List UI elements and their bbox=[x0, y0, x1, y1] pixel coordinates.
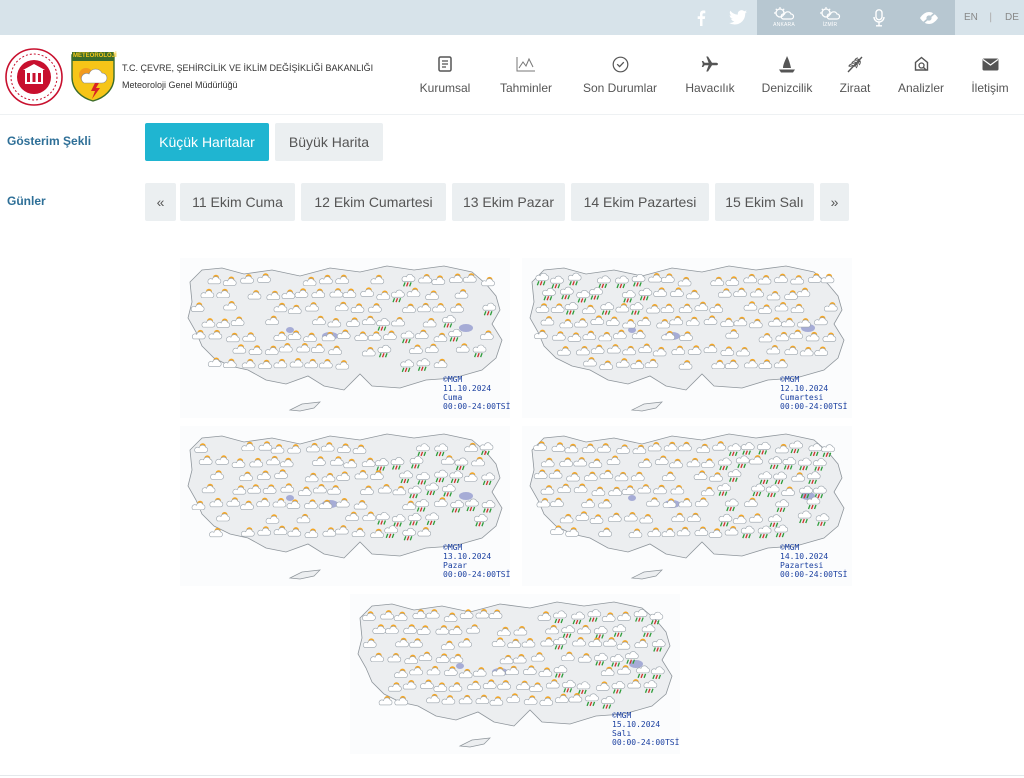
map-day: Cumartesi bbox=[780, 393, 824, 402]
lang-de-link[interactable]: DE bbox=[1005, 0, 1019, 35]
nav-label: Son Durumlar bbox=[582, 81, 658, 95]
lang-en-link[interactable]: EN bbox=[964, 0, 978, 35]
nav-iletisim[interactable]: İletişim bbox=[964, 51, 1016, 101]
map-date: 12.10.2024 bbox=[780, 384, 829, 393]
day-tab-4[interactable]: 14 Ekim Pazartesi bbox=[571, 183, 709, 221]
nav-analizler[interactable]: Analizler bbox=[890, 51, 952, 101]
boat-icon bbox=[778, 51, 796, 77]
partly-cloudy-icon bbox=[774, 7, 795, 20]
nav-label: Havacılık bbox=[685, 81, 735, 95]
city-izmir-button[interactable]: İZMİR bbox=[803, 0, 857, 35]
envelope-icon bbox=[982, 51, 999, 77]
map-date: 13.10.2024 bbox=[443, 552, 492, 561]
map-date: 15.10.2024 bbox=[612, 720, 661, 729]
city-label: İZMİR bbox=[822, 22, 838, 28]
nav-label: Analizler bbox=[897, 81, 945, 95]
day-tab-5[interactable]: 15 Ekim Salı bbox=[715, 183, 814, 221]
nav-tahminler[interactable]: Tahminler bbox=[494, 51, 558, 101]
forecast-map-day-1[interactable]: ©MGM 11.10.2024 Cuma 00:00-24:00TSİ bbox=[180, 258, 510, 418]
map-day: Cuma bbox=[443, 393, 463, 402]
nav-label: Tahminler bbox=[499, 81, 553, 95]
nav-son-durumlar[interactable]: Son Durumlar bbox=[576, 51, 664, 101]
nav-label: Kurumsal bbox=[419, 81, 471, 95]
clock-check-icon bbox=[612, 51, 629, 77]
map-hours: 00:00-24:00TSİ bbox=[443, 570, 511, 579]
meteorology-logo-text: METEOROLOJİ bbox=[73, 53, 117, 59]
nav-label: Ziraat bbox=[839, 81, 871, 95]
display-mode-label: Gösterim Şekli bbox=[7, 134, 92, 148]
analysis-icon bbox=[913, 51, 930, 77]
forecast-chart-icon bbox=[516, 51, 536, 77]
day-tab-2[interactable]: 12 Ekim Cumartesi bbox=[301, 183, 446, 221]
map-hours: 00:00-24:00TSİ bbox=[780, 570, 848, 579]
partly-cloudy-icon bbox=[820, 7, 841, 20]
map-day: Pazar bbox=[443, 561, 468, 570]
map-caption: ©MGM 15.10.2024 Salı 00:00-24:00TSİ bbox=[612, 711, 679, 747]
map-credit: ©MGM bbox=[780, 543, 800, 552]
nav-kurumsal[interactable]: Kurumsal bbox=[414, 51, 476, 101]
ministry-logo[interactable] bbox=[5, 48, 63, 106]
eye-hidden-icon[interactable] bbox=[914, 0, 944, 35]
nav-ziraat[interactable]: Ziraat bbox=[832, 51, 878, 101]
directorate-name: Meteoroloji Genel Müdürlüğü bbox=[122, 80, 238, 90]
days-label: Günler bbox=[7, 194, 46, 208]
small-maps-button[interactable]: Küçük Haritalar bbox=[145, 123, 269, 161]
nav-label: İletişim bbox=[971, 81, 1009, 95]
ministry-name: T.C. ÇEVRE, ŞEHİRCİLİK VE İKLİM DEĞİŞİKL… bbox=[122, 63, 374, 73]
wheat-icon bbox=[846, 51, 864, 77]
microphone-icon[interactable] bbox=[866, 0, 892, 35]
site-header: METEOROLOJİ T.C. ÇEVRE, ŞEHİRCİLİK VE İK… bbox=[0, 35, 1024, 115]
map-hours: 00:00-24:00TSİ bbox=[780, 402, 848, 411]
map-day: Pazartesi bbox=[780, 561, 824, 570]
footer-divider bbox=[0, 775, 1024, 776]
map-credit: ©MGM bbox=[612, 711, 632, 720]
forecast-map-day-2[interactable]: ©MGM 12.10.2024 Cumartesi 00:00-24:00TSİ bbox=[522, 258, 852, 418]
city-label: ANKARA bbox=[773, 22, 795, 28]
facebook-icon[interactable] bbox=[690, 0, 712, 35]
meteorology-logo[interactable]: METEOROLOJİ bbox=[70, 49, 117, 103]
map-credit: ©MGM bbox=[780, 375, 800, 384]
twitter-icon[interactable] bbox=[726, 0, 750, 35]
day-tab-1[interactable]: 11 Ekim Cuma bbox=[180, 183, 295, 221]
forecast-map-day-5[interactable]: ©MGM 15.10.2024 Salı 00:00-24:00TSİ bbox=[350, 594, 680, 754]
lang-separator: | bbox=[989, 12, 993, 23]
forecast-map-day-4[interactable]: ©MGM 14.10.2024 Pazartesi 00:00-24:00TSİ bbox=[522, 426, 852, 586]
map-caption: ©MGM 13.10.2024 Pazar 00:00-24:00TSİ bbox=[443, 543, 510, 579]
map-credit: ©MGM bbox=[443, 543, 463, 552]
map-hours: 00:00-24:00TSİ bbox=[443, 402, 511, 411]
nav-havacilik[interactable]: Havacılık bbox=[680, 51, 740, 101]
map-caption: ©MGM 12.10.2024 Cumartesi 00:00-24:00TSİ bbox=[780, 375, 847, 411]
nav-denizcilik[interactable]: Denizcilik bbox=[756, 51, 818, 101]
map-date: 14.10.2024 bbox=[780, 552, 829, 561]
airplane-icon bbox=[701, 51, 719, 77]
map-caption: ©MGM 14.10.2024 Pazartesi 00:00-24:00TSİ bbox=[780, 543, 847, 579]
map-credit: ©MGM bbox=[443, 375, 463, 384]
top-bar: ANKARA İZMİR EN | DE bbox=[0, 0, 1024, 35]
large-map-button[interactable]: Büyük Harita bbox=[275, 123, 383, 161]
map-caption: ©MGM 11.10.2024 Cuma 00:00-24:00TSİ bbox=[443, 375, 510, 411]
forecast-map-day-3[interactable]: ©MGM 13.10.2024 Pazar 00:00-24:00TSİ bbox=[180, 426, 510, 586]
document-icon bbox=[438, 51, 452, 77]
map-hours: 00:00-24:00TSİ bbox=[612, 738, 680, 747]
map-day: Salı bbox=[612, 729, 632, 738]
nav-label: Denizcilik bbox=[761, 81, 813, 95]
day-tab-3[interactable]: 13 Ekim Pazar bbox=[452, 183, 565, 221]
prev-day-button[interactable]: « bbox=[145, 183, 176, 221]
next-day-button[interactable]: » bbox=[820, 183, 849, 221]
map-date: 11.10.2024 bbox=[443, 384, 492, 393]
